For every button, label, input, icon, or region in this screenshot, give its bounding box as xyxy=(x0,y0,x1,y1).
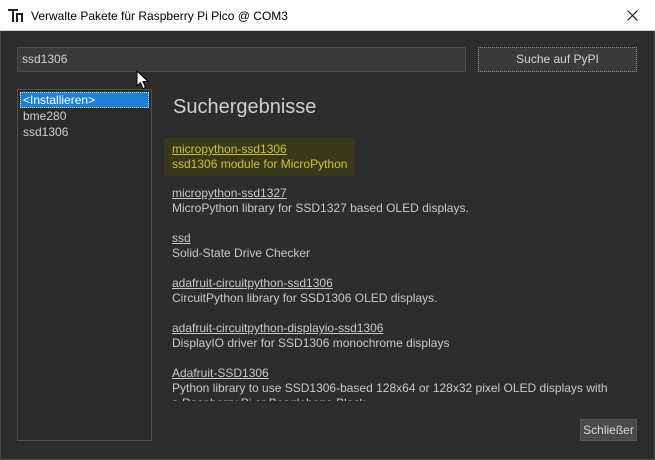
package-list-item-ssd1306[interactable]: ssd1306 xyxy=(20,124,149,140)
search-input[interactable]: ssd1306 xyxy=(17,47,466,72)
result-link[interactable]: Adafruit-SSD1306 xyxy=(172,366,612,381)
result-link[interactable]: micropython-ssd1306 xyxy=(172,142,347,157)
result-link[interactable]: ssd xyxy=(172,231,310,246)
result-item: adafruit-circuitpython-ssd1306 CircuitPy… xyxy=(164,272,445,310)
result-link[interactable]: adafruit-circuitpython-ssd1306 xyxy=(172,276,437,291)
result-item: Adafruit-SSD1306 Python library to use S… xyxy=(164,362,620,401)
result-description: Python library to use SSD1306-based 128x… xyxy=(172,381,608,401)
result-link[interactable]: micropython-ssd1327 xyxy=(172,186,469,201)
result-item: micropython-ssd1327 MicroPython library … xyxy=(164,182,477,220)
result-description: Solid-State Drive Checker xyxy=(172,246,311,260)
result-description: ssd1306 module for MicroPython xyxy=(172,157,348,171)
search-results: micropython-ssd1306 ssd1306 module for M… xyxy=(160,135,640,401)
result-link[interactable]: adafruit-circuitpython-displayio-ssd1306 xyxy=(172,321,449,336)
result-item: ssd Solid-State Drive Checker xyxy=(164,227,318,265)
window-title: Verwalte Pakete für Raspberry Pi Pico @ … xyxy=(31,9,288,23)
result-item: adafruit-circuitpython-displayio-ssd1306… xyxy=(164,317,457,355)
package-list-item-install[interactable]: <Installieren> xyxy=(20,92,149,108)
close-icon xyxy=(626,10,638,21)
package-list[interactable]: <Installieren> bme280 ssd1306 xyxy=(17,89,152,441)
window-close-button[interactable] xyxy=(609,0,655,31)
title-bar: Verwalte Pakete für Raspberry Pi Pico @ … xyxy=(0,0,655,31)
thonny-app-icon xyxy=(8,9,23,22)
search-pypi-button[interactable]: Suche auf PyPI xyxy=(478,47,637,72)
result-description: MicroPython library for SSD1327 based OL… xyxy=(172,201,469,215)
package-list-item-bme280[interactable]: bme280 xyxy=(20,108,149,124)
result-description: DisplayIO driver for SSD1306 monochrome … xyxy=(172,336,450,350)
mouse-cursor-icon xyxy=(136,70,150,90)
results-heading: Suchergebnisse xyxy=(173,96,317,118)
result-item: micropython-ssd1306 ssd1306 module for M… xyxy=(164,138,356,176)
result-description: CircuitPython library for SSD1306 OLED d… xyxy=(172,291,438,305)
close-dialog-button[interactable]: Schließer xyxy=(580,419,637,441)
